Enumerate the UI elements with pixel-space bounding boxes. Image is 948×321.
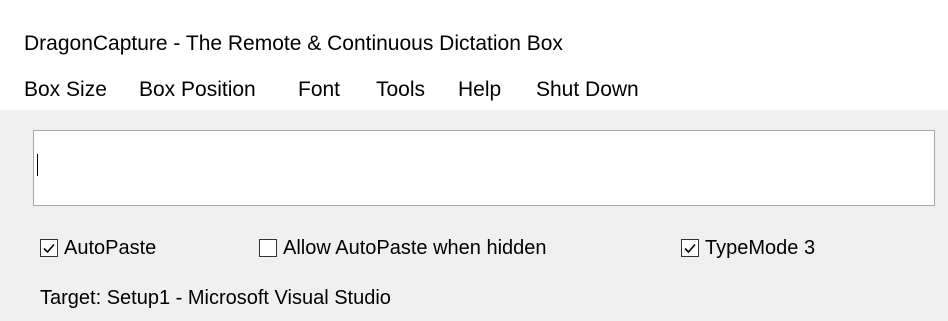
menu-tools[interactable]: Tools: [376, 78, 425, 102]
menu-box-size[interactable]: Box Size: [24, 78, 107, 102]
typemode-label: TypeMode 3: [705, 237, 816, 259]
typemode-checkbox[interactable]: TypeMode 3: [681, 235, 815, 261]
menu-font[interactable]: Font: [298, 78, 340, 102]
client-area: AutoPaste Allow AutoPaste when hidden Ty…: [0, 110, 948, 321]
autopaste-checkbox[interactable]: AutoPaste: [40, 235, 156, 261]
menu-bar: Box Size Box Position Font Tools Help Sh…: [0, 70, 948, 110]
autopaste-checkbox-box[interactable]: [40, 239, 58, 257]
window-title: DragonCapture - The Remote & Continuous …: [24, 32, 563, 55]
menu-help[interactable]: Help: [458, 78, 501, 102]
allow-autopaste-hidden-checkbox[interactable]: Allow AutoPaste when hidden: [259, 235, 547, 261]
target-status: Target: Setup1 - Microsoft Visual Studio: [40, 287, 391, 309]
checkmark-icon: [43, 243, 55, 254]
menu-box-position[interactable]: Box Position: [139, 78, 256, 102]
checkmark-icon: [684, 243, 696, 254]
autopaste-label: AutoPaste: [64, 237, 157, 259]
allow-autopaste-hidden-checkbox-box[interactable]: [259, 239, 277, 257]
allow-autopaste-hidden-label: Allow AutoPaste when hidden: [283, 237, 547, 259]
menu-shut-down[interactable]: Shut Down: [536, 78, 639, 102]
text-caret: [37, 154, 38, 176]
typemode-checkbox-box[interactable]: [681, 239, 699, 257]
title-bar[interactable]: DragonCapture - The Remote & Continuous …: [0, 0, 948, 70]
dictation-text-box[interactable]: [33, 130, 935, 206]
